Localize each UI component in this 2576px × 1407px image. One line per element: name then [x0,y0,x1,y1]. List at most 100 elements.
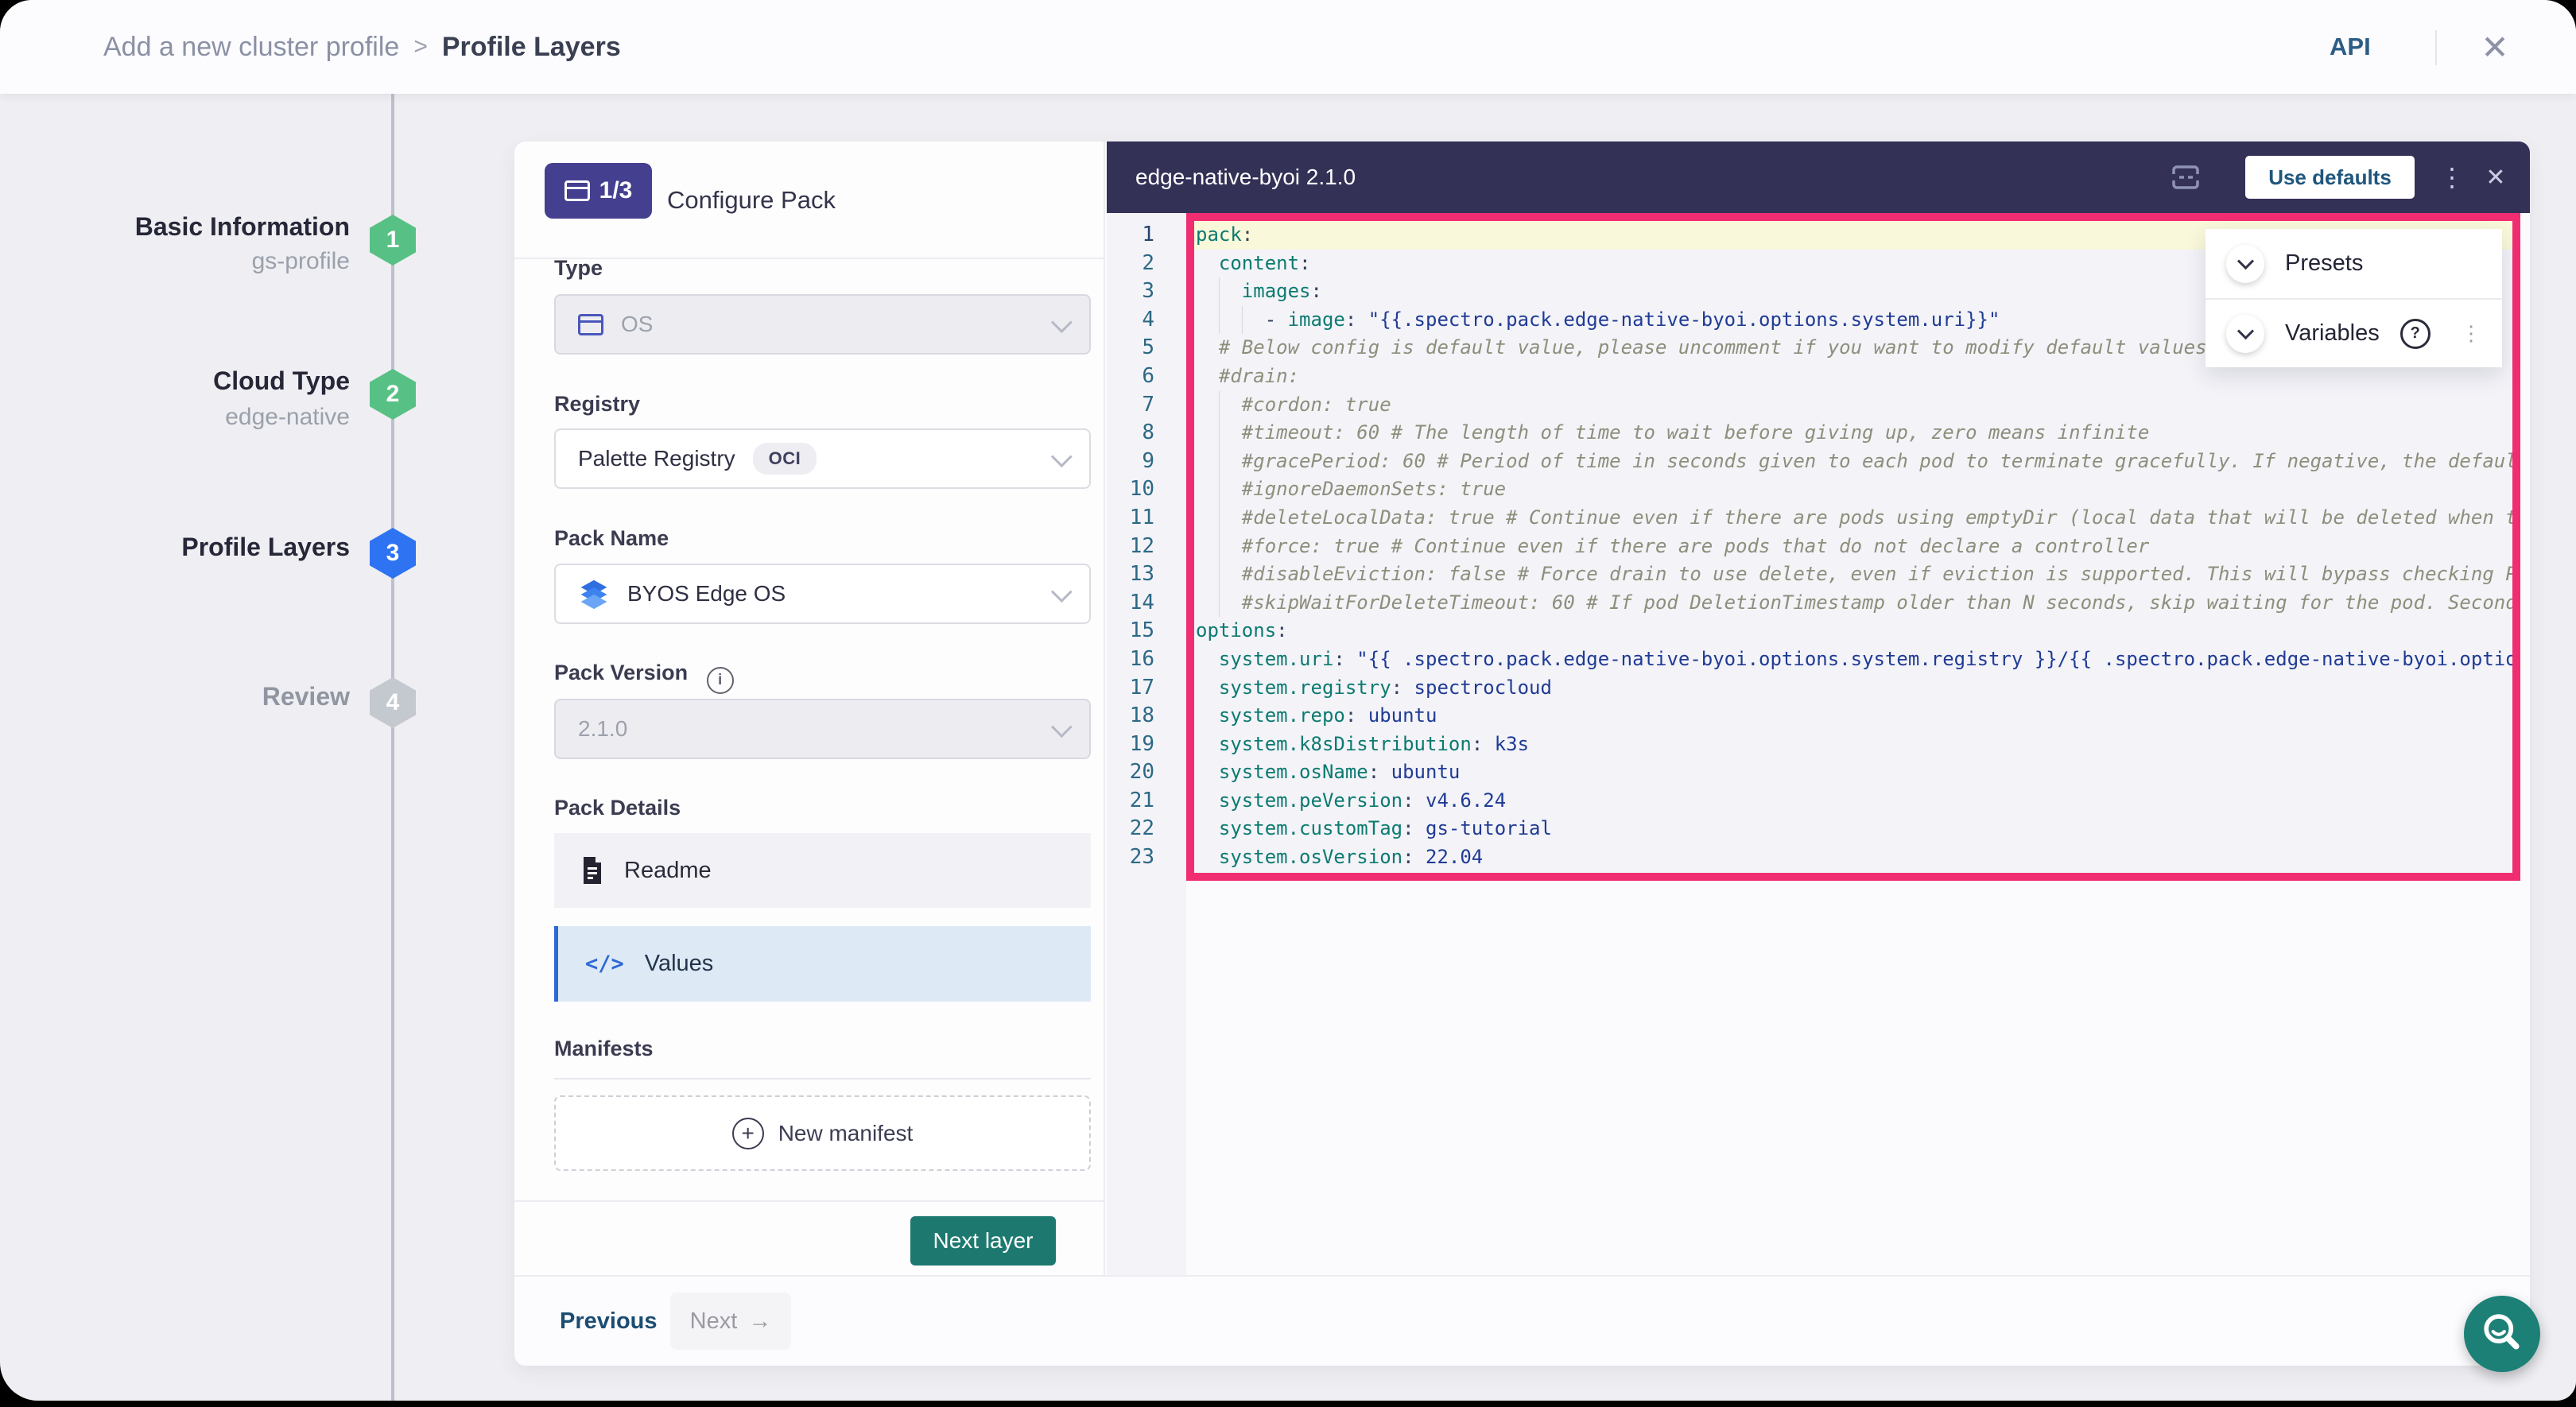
code-editor[interactable]: 1pack:2 content:3 images:4 - image: "{{.… [1107,213,2530,1275]
line-number: 5 [1107,334,1186,362]
line-number: 18 [1107,702,1186,731]
code-line[interactable]: 21 system.peVersion: v4.6.24 [1107,787,2520,816]
code-line[interactable]: 15options: [1107,617,2520,645]
stepper-line [391,94,394,1401]
code-line[interactable]: 18 system.repo: ubuntu [1107,702,2520,731]
close-icon[interactable]: ✕ [2471,0,2519,94]
registry-select[interactable]: Palette Registry OCI [554,428,1091,489]
step-label-profile-layers[interactable]: Profile Layers [0,533,350,562]
line-text[interactable]: system.k8sDistribution: k3s [1186,731,2520,759]
indent-guide [1219,589,1220,618]
line-text[interactable]: system.osVersion: 22.04 [1186,843,2520,872]
editor-kebab-icon[interactable]: ⋮ [2436,141,2468,213]
step-count-badge: 1/3 [545,163,652,219]
variables-row[interactable]: Variables ? ⋮ [2206,298,2502,367]
line-text[interactable]: options: [1186,617,2520,645]
support-search-fab[interactable] [2464,1296,2540,1372]
line-text[interactable]: #ignoreDaemonSets: true [1186,475,2520,504]
line-text[interactable]: system.peVersion: v4.6.24 [1186,787,2520,816]
editor-header: edge-native-byoi 2.1.0 Use defaults ⋮ ✕ [1107,141,2530,213]
line-text[interactable]: #deleteLocalData: true # Continue even i… [1186,504,2520,533]
breadcrumb-parent[interactable]: Add a new cluster profile [103,32,399,63]
line-number: 21 [1107,787,1186,816]
line-text[interactable]: system.repo: ubuntu [1186,702,2520,731]
code-line[interactable]: 7 #cordon: true [1107,391,2520,420]
pack-details-values-tab[interactable]: </> Values [554,926,1091,1002]
new-manifest-button[interactable]: + New manifest [554,1095,1091,1171]
line-number: 3 [1107,277,1186,306]
code-line[interactable]: 10 #ignoreDaemonSets: true [1107,475,2520,504]
pack-name-select[interactable]: BYOS Edge OS [554,564,1091,624]
code-line[interactable]: 17 system.registry: spectrocloud [1107,674,2520,703]
code-line[interactable]: 20 system.osName: ubuntu [1107,758,2520,787]
indent-guide [1219,448,1220,476]
line-text[interactable]: system.customTag: gs-tutorial [1186,815,2520,843]
code-line[interactable]: 8 #timeout: 60 # The length of time to w… [1107,419,2520,448]
step-label-basic-information[interactable]: Basic Information [0,212,350,242]
line-text[interactable]: #gracePeriod: 60 # Period of time in sec… [1186,448,2520,476]
info-icon[interactable]: i [707,667,734,694]
line-text[interactable]: #timeout: 60 # The length of time to wai… [1186,419,2520,448]
line-text[interactable]: #cordon: true [1186,391,2520,420]
line-number: 6 [1107,362,1186,391]
step-indicator-4[interactable]: 4 [370,677,416,728]
pack-version-select[interactable]: 2.1.0 [554,699,1091,759]
code-line[interactable]: 23 system.osVersion: 22.04 [1107,843,2520,872]
help-icon[interactable]: ? [2400,319,2431,349]
editor-close-icon[interactable]: ✕ [2476,141,2516,213]
line-text[interactable]: system.osName: ubuntu [1186,758,2520,787]
code-line[interactable]: 16 system.uri: "{{ .spectro.pack.edge-na… [1107,645,2520,674]
pack-details-label: Pack Details [554,796,681,820]
indent-guide [1219,560,1220,589]
code-line[interactable]: 22 system.customTag: gs-tutorial [1107,815,2520,843]
code-line[interactable]: 9 #gracePeriod: 60 # Period of time in s… [1107,448,2520,476]
readme-tab-label: Readme [624,858,712,884]
presets-expand-button[interactable] [2226,245,2264,283]
indent-guide [1219,277,1220,306]
line-number: 7 [1107,391,1186,420]
step-indicator-3[interactable]: 3 [370,528,416,579]
new-manifest-label: New manifest [778,1121,914,1146]
step-label-cloud-type[interactable]: Cloud Type [0,366,350,396]
line-text[interactable]: system.uri: "{{ .spectro.pack.edge-nativ… [1186,645,2520,674]
line-text[interactable]: #disableEviction: false # Force drain to… [1186,560,2520,589]
type-label: Type [554,256,603,281]
code-line[interactable]: 11 #deleteLocalData: true # Continue eve… [1107,504,2520,533]
code-line[interactable]: 12 #force: true # Continue even if there… [1107,533,2520,561]
configure-pack-header: 1/3 Configure Pack [514,141,1104,259]
use-defaults-button[interactable]: Use defaults [2245,156,2415,199]
top-header: Add a new cluster profile > Profile Laye… [0,0,2576,94]
line-text[interactable]: #skipWaitForDeleteTimeout: 60 # If pod D… [1186,589,2520,618]
variables-expand-button[interactable] [2226,315,2264,353]
type-select[interactable]: OS [554,294,1091,355]
variables-kebab-icon[interactable]: ⋮ [2461,321,2481,346]
plus-icon: + [732,1118,764,1149]
indent-guide [1219,504,1220,533]
next-button[interactable]: Next → [670,1293,791,1350]
manifests-divider [554,1078,1091,1079]
step-indicator-1[interactable]: 1 [370,215,416,266]
line-number: 12 [1107,533,1186,561]
next-layer-button[interactable]: Next layer [910,1216,1056,1266]
pack-details-readme-tab[interactable]: Readme [554,833,1091,908]
app-window: Add a new cluster profile > Profile Laye… [0,0,2576,1401]
pack-name-label: Pack Name [554,526,669,551]
step-label-review[interactable]: Review [0,682,350,711]
code-line[interactable]: 19 system.k8sDistribution: k3s [1107,731,2520,759]
configure-pack-column: 1/3 Configure Pack Type OS Registry Pale… [514,141,1105,1275]
line-number: 16 [1107,645,1186,674]
api-link[interactable]: API [2330,0,2371,94]
code-line[interactable]: 14 #skipWaitForDeleteTimeout: 60 # If po… [1107,589,2520,618]
indent-guide [1219,533,1220,561]
chevron-down-icon [1051,446,1073,467]
compare-view-icon[interactable] [2171,163,2201,192]
line-text[interactable]: system.registry: spectrocloud [1186,674,2520,703]
chevron-down-icon [2237,323,2253,339]
step-indicator-2[interactable]: 2 [370,369,416,420]
presets-row[interactable]: Presets [2206,229,2502,298]
arrow-right-icon: → [748,1308,771,1335]
line-text[interactable]: #force: true # Continue even if there ar… [1186,533,2520,561]
code-line[interactable]: 13 #disableEviction: false # Force drain… [1107,560,2520,589]
previous-button[interactable]: Previous [560,1277,658,1366]
presets-label: Presets [2285,250,2363,277]
